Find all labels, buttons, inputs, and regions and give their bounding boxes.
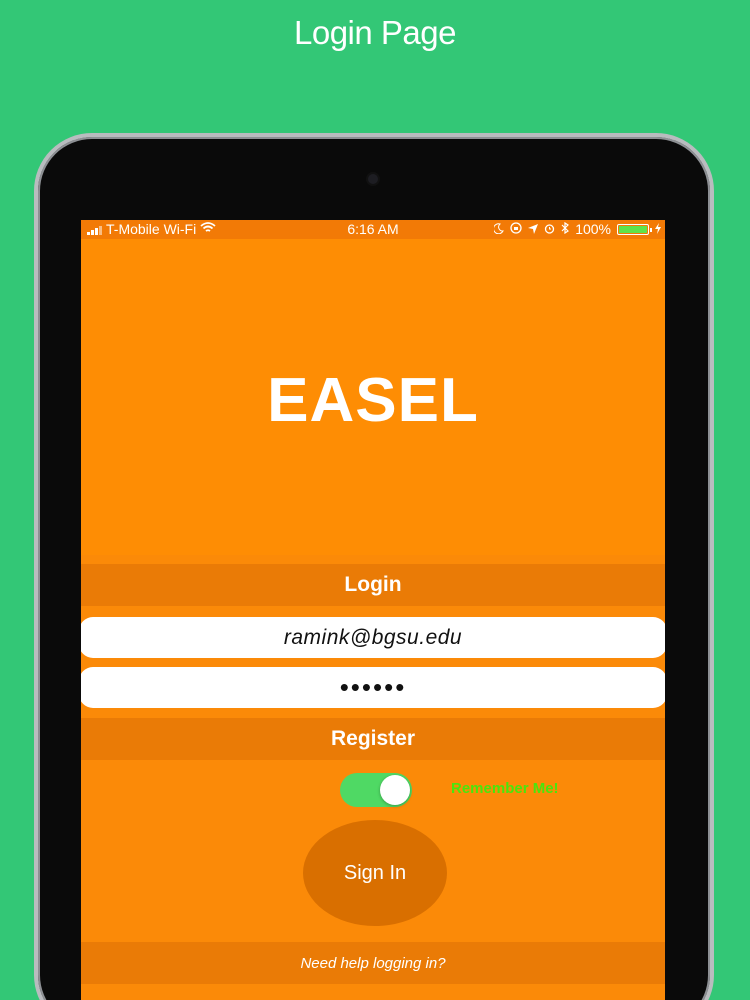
app-screen: T-Mobile Wi-Fi 6:16 AM 100% EASEL Login … [81, 220, 665, 1000]
login-header: Login [81, 564, 665, 606]
alarm-icon [544, 220, 555, 239]
sign-in-button[interactable]: Sign In [303, 820, 447, 926]
email-field[interactable]: ramink@bgsu.edu [81, 617, 665, 658]
moon-icon [493, 220, 505, 239]
remember-me-label: Remember Me! [451, 780, 559, 797]
charging-icon [655, 220, 661, 239]
status-right: 100% [493, 220, 661, 239]
page-title: Login Page [294, 14, 456, 51]
register-button[interactable]: Register [81, 718, 665, 760]
help-link[interactable]: Need help logging in? [81, 942, 665, 984]
promo-page: Login Page T-Mobile Wi-Fi 6:16 AM 100% E… [0, 0, 750, 1000]
status-bar: T-Mobile Wi-Fi 6:16 AM 100% [81, 220, 665, 239]
battery-fill [619, 226, 647, 233]
app-name: EASEL [267, 366, 479, 435]
toggle-knob [380, 775, 410, 805]
remember-me-toggle[interactable] [340, 773, 412, 807]
bluetooth-icon [561, 220, 570, 239]
battery-percent: 100% [575, 221, 611, 237]
location-arrow-icon [528, 220, 539, 239]
password-field[interactable]: •••••• [81, 667, 665, 708]
lock-rotation-icon [510, 220, 522, 239]
battery-icon [617, 224, 652, 235]
camera-icon [368, 174, 378, 184]
